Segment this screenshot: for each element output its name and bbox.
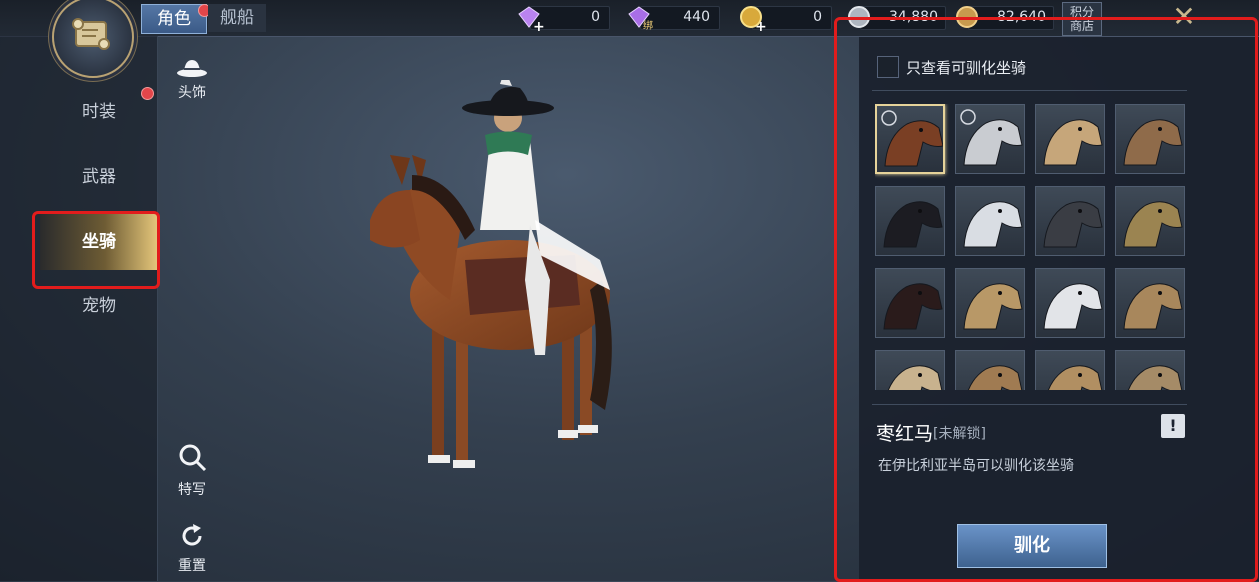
sidebar-item-label: 时装: [82, 102, 116, 122]
highlight-box: [32, 211, 160, 289]
headwear-button[interactable]: 头饰: [170, 56, 214, 102]
plus-icon[interactable]: +: [755, 19, 767, 35]
magnifier-icon: [179, 444, 207, 472]
closeup-label: 特写: [178, 482, 206, 498]
headwear-label: 头饰: [178, 85, 206, 101]
sidebar-item-label: 武器: [82, 167, 116, 187]
character-mount-preview[interactable]: [340, 80, 640, 500]
currency-diamond[interactable]: 0 +: [516, 6, 610, 35]
tab-ship[interactable]: 舰船: [208, 4, 266, 32]
sidebar-item-label: 宠物: [82, 296, 116, 316]
currency-gold[interactable]: 0 +: [738, 6, 832, 35]
reset-button[interactable]: 重置: [170, 521, 214, 575]
scroll-icon: [72, 18, 110, 50]
highlight-box: [834, 17, 1258, 582]
currency-bound-diamond[interactable]: 440 绑: [626, 6, 720, 32]
currency-value: 0: [813, 9, 822, 25]
hat-icon: [177, 60, 207, 77]
currency-value: 0: [591, 9, 600, 25]
reset-label: 重置: [178, 558, 206, 574]
plus-icon[interactable]: +: [533, 19, 545, 35]
sidebar-item-fashion[interactable]: 时装: [40, 84, 158, 140]
closeup-button[interactable]: 特写: [170, 441, 214, 499]
currency-value: 440: [683, 9, 710, 25]
bound-tag: 绑: [643, 21, 653, 32]
sidebar-item-weapon[interactable]: 武器: [40, 149, 158, 205]
refresh-icon: [182, 524, 202, 546]
